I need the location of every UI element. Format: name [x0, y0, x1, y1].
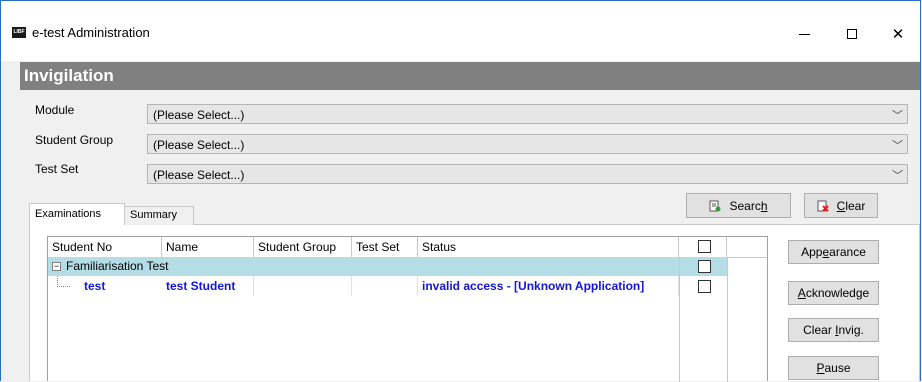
cell-name: test Student: [162, 276, 254, 296]
minimize-button[interactable]: [781, 19, 827, 49]
examinations-grid: Student No Name Student Group Test Set S…: [47, 236, 768, 382]
pause-button-label: Pause: [816, 361, 851, 375]
app-icon: LIBF: [12, 27, 26, 38]
clear-invig-button[interactable]: Clear Invig.: [788, 318, 879, 342]
section-header: Invigilation: [20, 62, 920, 90]
clear-button-label: Clear: [836, 198, 866, 213]
tab-examinations[interactable]: Examinations: [29, 203, 125, 225]
group-row[interactable]: − Familiarisation Test: [48, 257, 727, 276]
clear-button[interactable]: Clear: [804, 193, 878, 218]
row-checkbox[interactable]: [698, 280, 711, 293]
test-set-label: Test Set: [35, 162, 79, 176]
column-divider: [727, 257, 728, 382]
maximize-icon: [847, 29, 857, 39]
module-label: Module: [35, 103, 75, 117]
close-icon: ✕: [891, 26, 905, 43]
title-bar: LIBF e-test Administration ✕: [1, 1, 920, 61]
search-icon: [709, 200, 721, 212]
test-set-select-value: (Please Select...): [153, 168, 245, 182]
section-title: Invigilation: [24, 66, 114, 85]
minimize-icon: [798, 33, 810, 35]
appearance-button-label: Appearance: [801, 245, 866, 259]
window-title: e-test Administration: [32, 25, 150, 40]
tree-connector: [57, 276, 70, 287]
close-button[interactable]: ✕: [875, 19, 921, 49]
search-button-label: Search: [729, 198, 768, 213]
cell-student-no: test: [84, 279, 106, 293]
column-divider: [679, 257, 680, 382]
pause-button[interactable]: Pause: [788, 356, 879, 380]
column-header-student-no[interactable]: Student No: [48, 237, 162, 257]
clear-invig-button-label: Clear Invig.: [803, 323, 864, 337]
search-button[interactable]: Search: [686, 193, 791, 218]
column-header-student-group[interactable]: Student Group: [254, 237, 352, 257]
module-select[interactable]: (Please Select...) ﹀: [147, 104, 908, 124]
collapse-icon[interactable]: −: [52, 262, 61, 271]
clear-icon: [817, 200, 829, 212]
test-set-select[interactable]: (Please Select...) ﹀: [147, 164, 908, 184]
acknowledge-button[interactable]: Acknowledge: [788, 281, 879, 305]
chevron-down-icon: ﹀: [892, 140, 903, 152]
column-header-status[interactable]: Status: [418, 237, 679, 257]
cell-test-set: [352, 276, 418, 296]
cell-status: invalid access - [Unknown Application]: [418, 276, 679, 296]
appearance-button[interactable]: Appearance: [788, 240, 879, 264]
column-header-name[interactable]: Name: [162, 237, 254, 257]
grid-header: Student No Name Student Group Test Set S…: [48, 237, 767, 258]
cell-student-group: [254, 276, 352, 296]
group-label: Familiarisation Test: [66, 259, 169, 273]
chevron-down-icon: ﹀: [892, 110, 903, 122]
select-all-checkbox[interactable]: [698, 240, 711, 253]
student-group-label: Student Group: [35, 133, 114, 147]
acknowledge-button-label: Acknowledge: [797, 286, 870, 300]
table-row[interactable]: test test Student invalid access - [Unkn…: [48, 276, 727, 296]
tab-summary[interactable]: Summary: [124, 206, 194, 225]
chevron-down-icon: ﹀: [892, 170, 903, 182]
student-group-select-value: (Please Select...): [153, 138, 245, 152]
group-checkbox[interactable]: [698, 260, 711, 273]
column-header-test-set[interactable]: Test Set: [352, 237, 418, 257]
student-group-select[interactable]: (Please Select...) ﹀: [147, 134, 908, 154]
module-select-value: (Please Select...): [153, 108, 245, 122]
maximize-button[interactable]: [829, 19, 875, 49]
